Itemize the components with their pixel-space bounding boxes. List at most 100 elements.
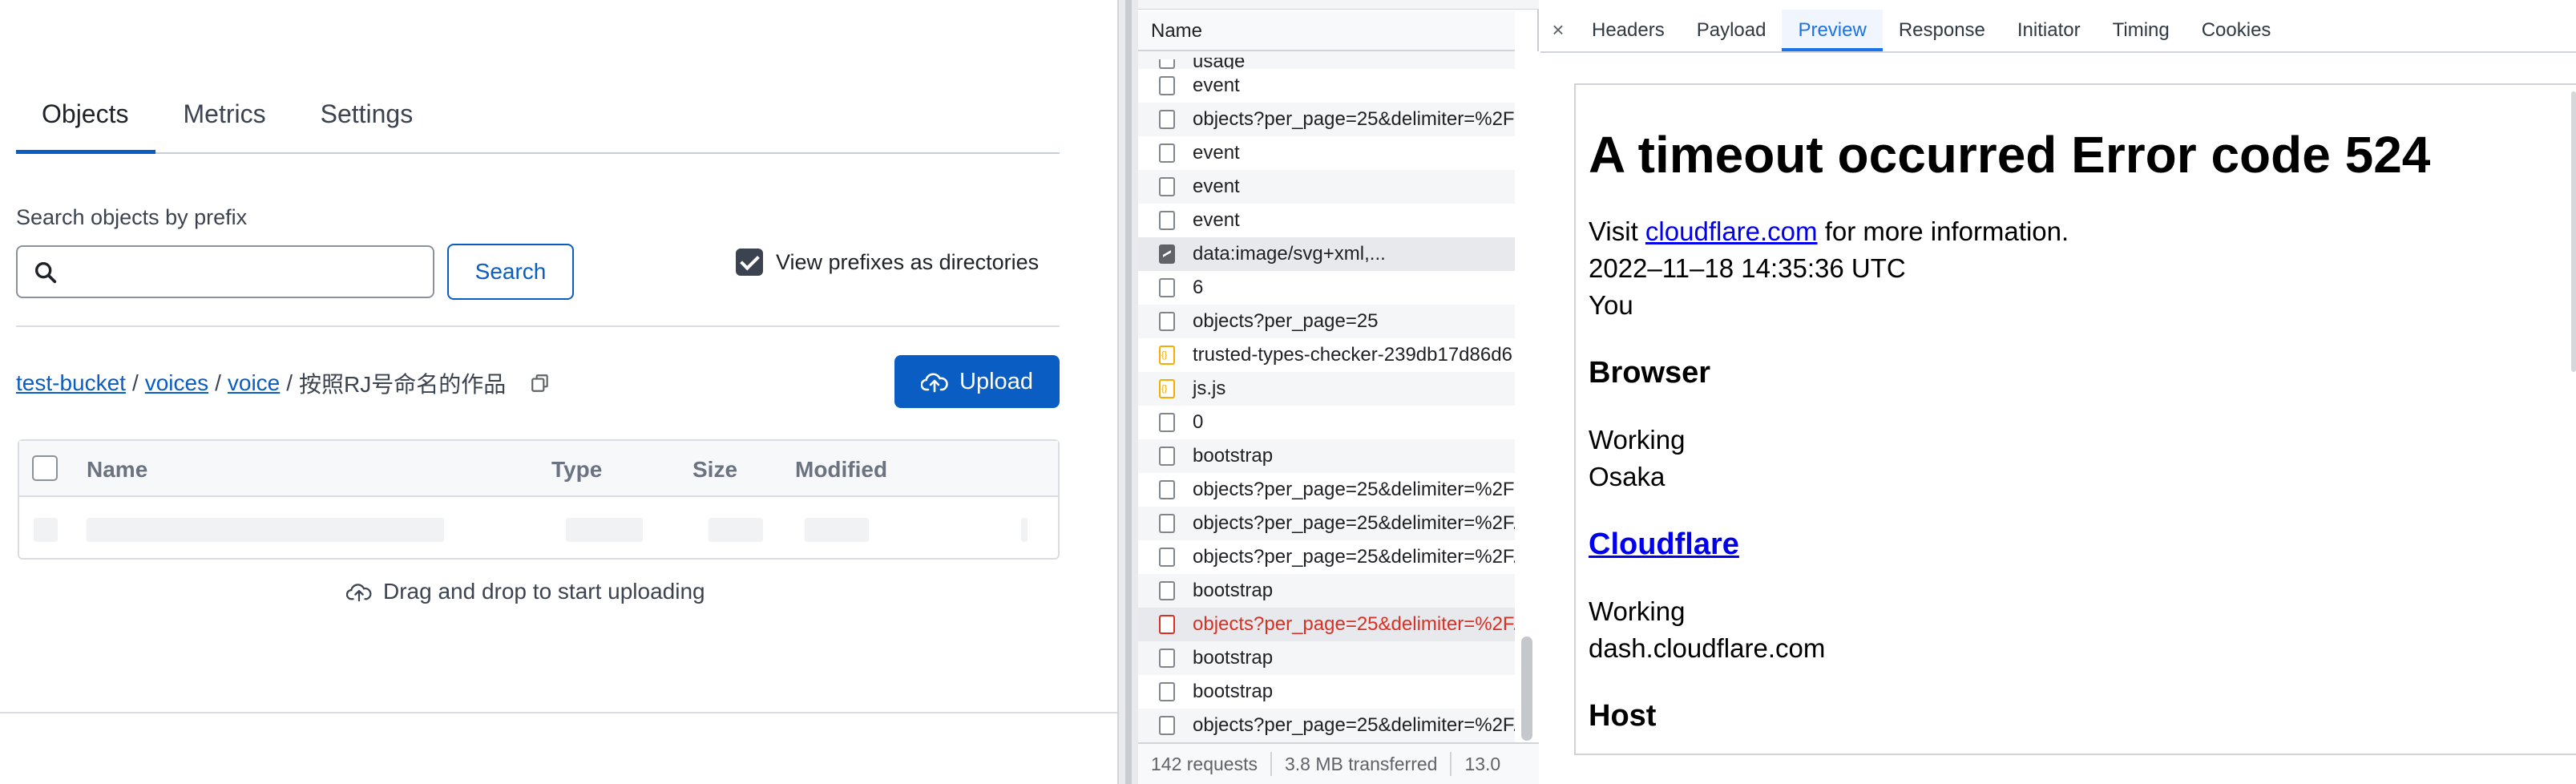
request-row[interactable]: objects?per_page=25&delimiter=%2F... — [1138, 507, 1515, 540]
breadcrumb-current: 按照RJ号命名的作品 — [299, 372, 507, 397]
request-row[interactable]: objects?per_page=25&delimiter=%2F... — [1138, 608, 1515, 641]
request-row[interactable]: 0 — [1138, 406, 1515, 439]
document-file-icon — [1159, 447, 1175, 466]
splitter-grip[interactable] — [1125, 0, 1132, 784]
document-file-icon — [1159, 548, 1175, 567]
request-detail-pane: × Headers Payload Preview Response Initi… — [1540, 0, 2576, 784]
host-heading: Host — [1589, 699, 1657, 733]
request-row[interactable]: bootstrap — [1138, 574, 1515, 608]
script-file-icon — [1159, 379, 1175, 398]
breadcrumb-link-bucket[interactable]: test-bucket — [16, 370, 126, 396]
scrollbar-thumb[interactable] — [1521, 636, 1532, 741]
request-name: data:image/svg+xml,... — [1193, 243, 1386, 265]
column-header-name[interactable]: Name — [1138, 11, 1515, 51]
devtools-splitter[interactable] — [1117, 0, 1138, 784]
request-row[interactable]: objects?per_page=25&delimiter=%2F... — [1138, 709, 1515, 742]
document-file-icon — [1159, 682, 1175, 701]
request-row[interactable]: bootstrap — [1138, 641, 1515, 675]
request-row[interactable]: event — [1138, 69, 1515, 103]
column-header-name[interactable]: Name — [87, 457, 147, 483]
error-title: A timeout occurred Error code 524 — [1589, 126, 2431, 184]
request-name: usage — [1193, 58, 1246, 69]
request-row[interactable]: bootstrap — [1138, 675, 1515, 709]
search-input[interactable] — [16, 245, 434, 298]
document-file-icon — [1159, 59, 1175, 69]
skeleton-type — [566, 518, 643, 542]
cloud-upload-icon — [346, 584, 372, 602]
skeleton-modified — [805, 518, 869, 542]
tab-timing[interactable]: Timing — [2097, 10, 2186, 51]
cloudflare-heading: Cloudflare — [1589, 526, 2576, 563]
request-row[interactable]: event — [1138, 170, 1515, 204]
request-row[interactable]: bootstrap — [1138, 439, 1515, 473]
select-all-checkbox[interactable] — [32, 455, 58, 481]
cloudflare-status: Working — [1589, 596, 1686, 627]
request-list-scrollbar[interactable] — [1515, 51, 1539, 742]
view-prefixes-checkbox[interactable]: View prefixes as directories — [736, 249, 1039, 276]
request-name: objects?per_page=25&delimiter=%2F... — [1193, 512, 1515, 534]
detail-tabs: × Headers Payload Preview Response Initi… — [1540, 10, 2576, 53]
request-name: bootstrap — [1193, 681, 1274, 702]
request-row[interactable]: event — [1138, 204, 1515, 237]
tab-settings[interactable]: Settings — [293, 80, 441, 154]
search-button[interactable]: Search — [447, 244, 574, 300]
document-file-icon — [1159, 76, 1175, 95]
preview-scrollbar[interactable] — [2571, 83, 2576, 755]
request-count: 142 requests — [1138, 752, 1272, 776]
request-name: bootstrap — [1193, 580, 1274, 601]
network-status-bar: 142 requests 3.8 MB transferred 13.0 — [1138, 742, 1539, 784]
request-row[interactable]: js.js — [1138, 372, 1515, 406]
cloud-upload-icon — [921, 373, 948, 393]
request-row[interactable]: objects?per_page=25&delimiter=%2F — [1138, 103, 1515, 136]
bucket-browser-pane: Objects Metrics Settings Search objects … — [0, 0, 1117, 784]
upload-button[interactable]: Upload — [894, 355, 1060, 408]
request-name: 6 — [1193, 277, 1204, 298]
browser-heading: Browser — [1589, 356, 1711, 390]
tab-cookies[interactable]: Cookies — [2186, 10, 2287, 51]
visit-prefix: Visit — [1589, 216, 1645, 247]
request-row[interactable]: objects?per_page=25&delimiter=%2F... — [1138, 540, 1515, 574]
breadcrumb-separator: / — [286, 370, 293, 395]
tab-payload[interactable]: Payload — [1681, 10, 1783, 51]
network-timeline[interactable] — [1138, 0, 1539, 10]
tab-preview[interactable]: Preview — [1782, 10, 1883, 51]
document-file-icon — [1159, 211, 1175, 230]
tab-objects[interactable]: Objects — [16, 80, 156, 154]
column-header-modified[interactable]: Modified — [795, 457, 887, 483]
skeleton-checkbox — [34, 518, 58, 542]
tab-initiator[interactable]: Initiator — [2001, 10, 2097, 51]
breadcrumb-link-voice[interactable]: voice — [228, 370, 280, 396]
request-name: objects?per_page=25 — [1193, 310, 1379, 332]
tab-metrics[interactable]: Metrics — [155, 80, 293, 154]
request-row[interactable]: data:image/svg+xml,... — [1138, 237, 1515, 271]
cloudflare-heading-link[interactable]: Cloudflare — [1589, 527, 1739, 561]
request-row[interactable]: objects?per_page=25 — [1138, 305, 1515, 338]
tab-headers[interactable]: Headers — [1576, 10, 1681, 51]
column-header-size[interactable]: Size — [692, 457, 737, 483]
browser-location: Osaka — [1589, 462, 1666, 492]
column-header-type[interactable]: Type — [551, 457, 602, 483]
close-icon[interactable]: × — [1540, 10, 1576, 51]
request-row[interactable]: trusted-types-checker-239db17d86d6 — [1138, 338, 1515, 372]
request-row[interactable]: 6 — [1138, 271, 1515, 305]
checkbox-checked-icon[interactable] — [736, 249, 763, 276]
request-name: bootstrap — [1193, 647, 1274, 669]
tab-response[interactable]: Response — [1883, 10, 2001, 51]
request-row[interactable]: usage — [1138, 51, 1515, 69]
request-row[interactable]: event — [1138, 136, 1515, 170]
drag-drop-hint: Drag and drop to start uploading — [346, 579, 705, 604]
request-rows: usage event objects?per_page=25&delimiter=… — [1138, 51, 1515, 742]
document-file-icon — [1159, 581, 1175, 600]
script-file-icon — [1159, 346, 1175, 365]
document-file-icon — [1159, 615, 1175, 634]
you-label: You — [1589, 290, 1633, 321]
skeleton-size — [709, 518, 763, 542]
cloudflare-link[interactable]: cloudflare.com — [1645, 216, 1818, 246]
document-file-icon — [1159, 278, 1175, 297]
copy-icon[interactable] — [530, 373, 551, 394]
request-row[interactable]: objects?per_page=25&delimiter=%2F — [1138, 473, 1515, 507]
response-preview: A timeout occurred Error code 524 Visit … — [1574, 83, 2576, 755]
scrollbar-thumb[interactable] — [2571, 91, 2576, 372]
breadcrumb-link-voices[interactable]: voices — [145, 370, 208, 396]
breadcrumb-separator: / — [215, 370, 221, 395]
